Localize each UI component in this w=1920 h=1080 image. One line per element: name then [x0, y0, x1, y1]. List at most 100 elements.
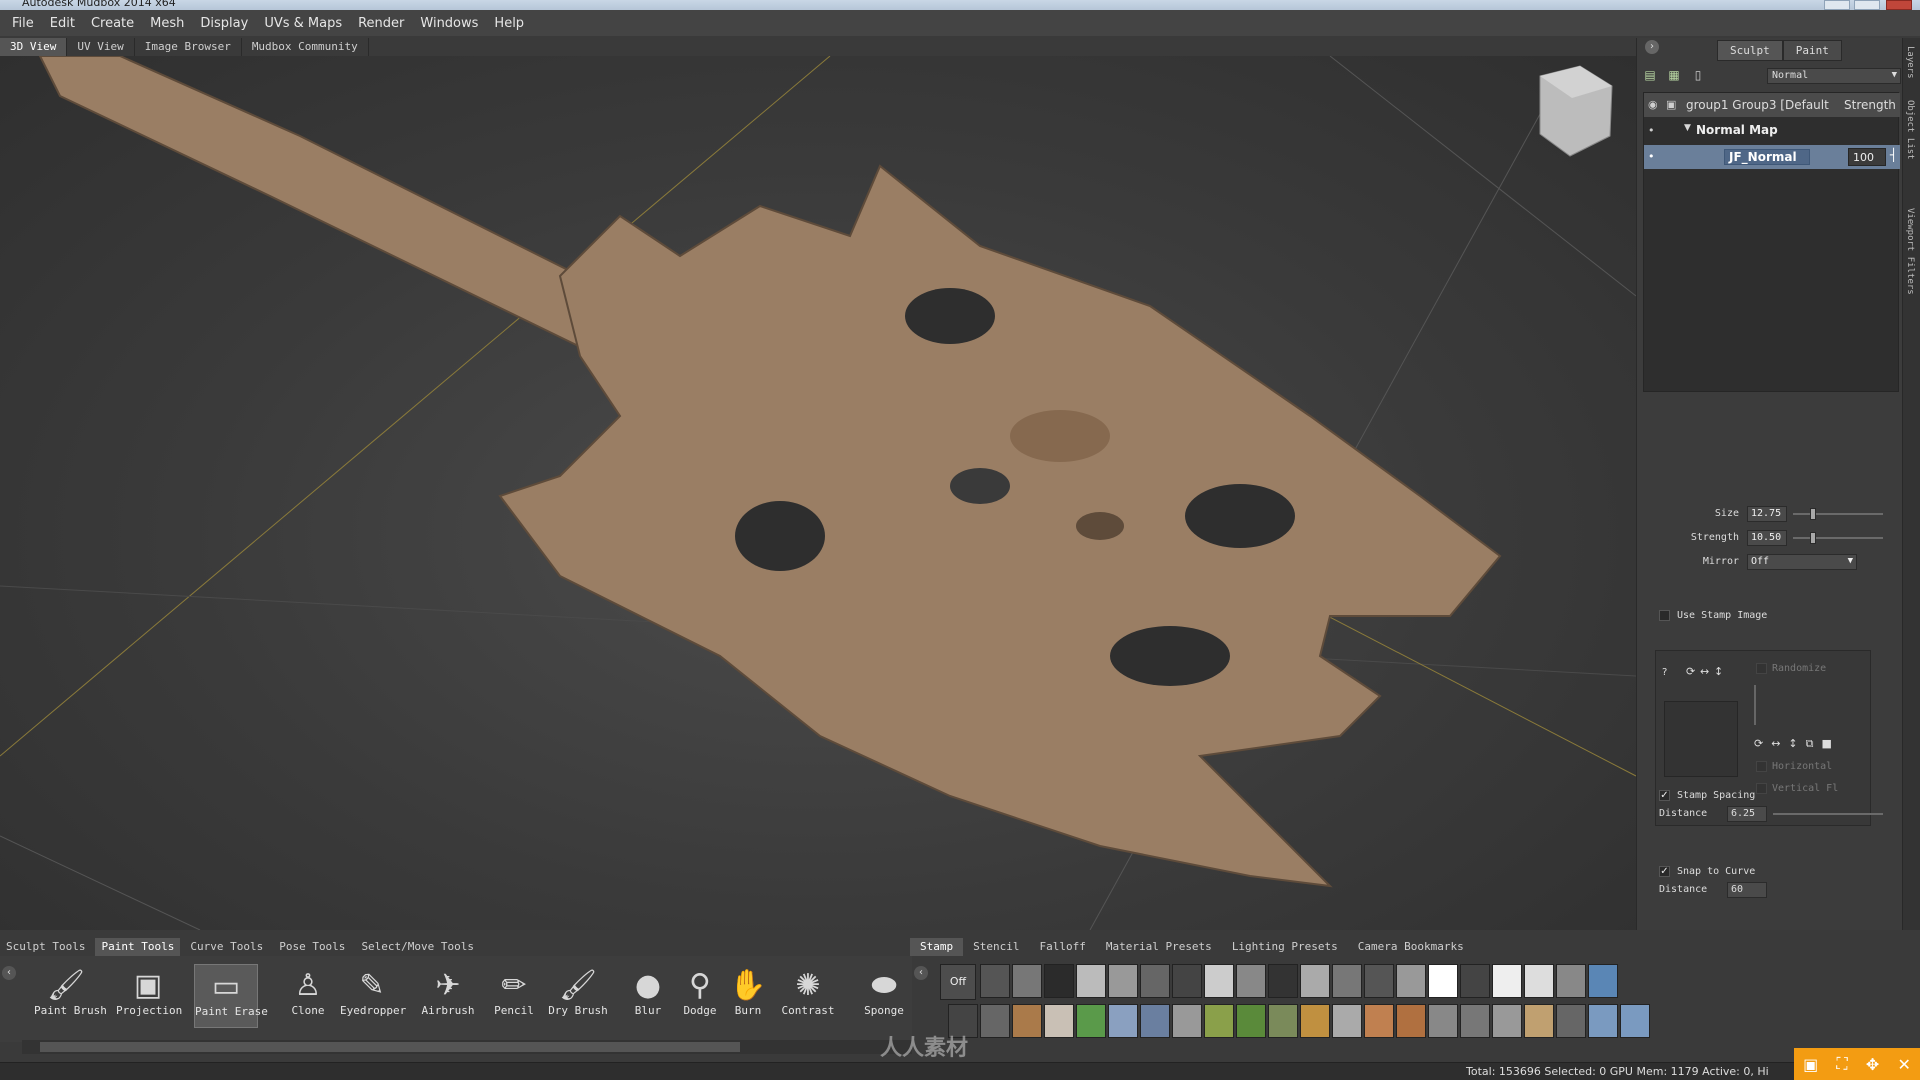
stamp-swatch[interactable]	[1268, 964, 1298, 998]
duplicate-layer-icon[interactable]: ▦	[1667, 68, 1681, 82]
blend-mode-dropdown[interactable]: Normal ▼	[1767, 68, 1901, 84]
stamp-swatch[interactable]	[1108, 1004, 1138, 1038]
stamp-spacing-checkbox[interactable]: ✓	[1659, 790, 1670, 801]
tab-3d-view[interactable]: 3D View	[0, 38, 68, 56]
tab-select-move-tools[interactable]: Select/Move Tools	[355, 938, 480, 956]
menu-display[interactable]: Display	[192, 16, 256, 31]
tab-camera-bookmarks[interactable]: Camera Bookmarks	[1348, 938, 1474, 956]
stamp-swatch[interactable]	[1524, 964, 1554, 998]
stamp-swatch[interactable]	[1492, 964, 1522, 998]
fullscreen-icon[interactable]: ⛶	[1836, 1054, 1847, 1074]
stamp-swatch[interactable]	[1172, 1004, 1202, 1038]
tab-stamp[interactable]: Stamp	[910, 938, 964, 956]
3d-viewport[interactable]	[0, 56, 1636, 930]
tool-clone[interactable]: ♙ Clone	[276, 964, 340, 1028]
layer-strength-field[interactable]: 100	[1848, 148, 1886, 166]
visibility-dot-icon[interactable]: •	[1648, 150, 1662, 164]
use-stamp-image-checkbox[interactable]	[1659, 610, 1670, 621]
stamp-swatch[interactable]	[1268, 1004, 1298, 1038]
stamp-swatch[interactable]	[1300, 1004, 1330, 1038]
stamp-swatch[interactable]	[1556, 964, 1586, 998]
stamp-swatch[interactable]	[1108, 964, 1138, 998]
stamp-swatch[interactable]	[1364, 1004, 1394, 1038]
stamp-swatch[interactable]	[1140, 964, 1170, 998]
stamp-swatch[interactable]	[1012, 1004, 1042, 1038]
tab-sculpt-tools[interactable]: Sculpt Tools	[0, 938, 91, 956]
tool-projection[interactable]: ▣ Projection	[116, 964, 182, 1028]
stamp-swatch[interactable]	[1524, 1004, 1554, 1038]
stamp-swatch[interactable]	[1044, 964, 1074, 998]
expand-arrow-icon[interactable]: ▼	[1684, 123, 1691, 133]
layer-row-selected[interactable]: • JF_Normal 100 ┤	[1644, 145, 1900, 169]
size-slider-knob[interactable]	[1809, 508, 1816, 520]
strength-slider[interactable]	[1793, 532, 1883, 544]
visibility-dot-icon[interactable]: •	[1648, 124, 1662, 138]
question-icon[interactable]: ?	[1662, 667, 1667, 678]
strength-slider-knob[interactable]	[1809, 532, 1816, 544]
tool-dry-brush[interactable]: 🖌 Dry Brush	[546, 964, 610, 1028]
menu-edit[interactable]: Edit	[42, 16, 83, 31]
tab-pose-tools[interactable]: Pose Tools	[273, 938, 351, 956]
minimize-button[interactable]	[1824, 0, 1850, 10]
flip-horizontal-icon[interactable]: ↔	[1700, 665, 1709, 678]
tool-pencil[interactable]: ✏ Pencil	[482, 964, 546, 1028]
tab-falloff[interactable]: Falloff	[1029, 938, 1095, 956]
stamp-swatch[interactable]	[1076, 1004, 1106, 1038]
lock-icon[interactable]: ▣	[1666, 98, 1680, 112]
tool-eyedropper[interactable]: ✎ Eyedropper	[340, 964, 406, 1028]
stamp-swatch[interactable]	[1204, 964, 1234, 998]
stamp-preview[interactable]	[1664, 701, 1738, 777]
new-layer-icon[interactable]: ▤	[1643, 68, 1657, 82]
stamp-swatch[interactable]	[1492, 1004, 1522, 1038]
distance-slider[interactable]	[1773, 813, 1883, 815]
tool-tray-scrollbar[interactable]	[22, 1040, 912, 1054]
mirror-dropdown[interactable]: Off ▼	[1747, 554, 1857, 570]
menu-render[interactable]: Render	[350, 16, 412, 31]
menu-windows[interactable]: Windows	[412, 16, 486, 31]
tab-stencil[interactable]: Stencil	[963, 938, 1029, 956]
layer-name[interactable]: JF_Normal	[1724, 149, 1810, 165]
scrollbar-thumb[interactable]	[40, 1042, 740, 1052]
stamp-swatch[interactable]	[1236, 964, 1266, 998]
stamp-swatch[interactable]	[1012, 964, 1042, 998]
strength-field[interactable]: 10.50	[1747, 530, 1787, 546]
tool-airbrush[interactable]: ✈ Airbrush	[416, 964, 480, 1028]
eye-icon[interactable]: ◉	[1648, 98, 1662, 112]
resize-icon[interactable]: ▣	[1803, 1055, 1818, 1074]
menu-uvs-maps[interactable]: UVs & Maps	[256, 16, 350, 31]
stamp-swatch[interactable]	[1620, 1004, 1650, 1038]
close-window-button[interactable]	[1886, 0, 1912, 10]
stamp-swatch[interactable]	[1332, 964, 1362, 998]
tab-viewport-filters[interactable]: Viewport Filters	[1905, 208, 1915, 295]
stamp-swatch[interactable]	[1396, 1004, 1426, 1038]
expand-icon[interactable]: ✥	[1866, 1055, 1879, 1074]
distance-field[interactable]: 6.25	[1727, 806, 1767, 822]
tab-object-list[interactable]: Object List	[1905, 100, 1915, 160]
tool-sponge[interactable]: ⬬ Sponge	[852, 964, 916, 1028]
menu-help[interactable]: Help	[486, 16, 532, 31]
menu-mesh[interactable]: Mesh	[142, 16, 192, 31]
vertical-flip-checkbox[interactable]	[1756, 783, 1767, 794]
menu-create[interactable]: Create	[83, 16, 142, 31]
stamp-swatch[interactable]	[1236, 1004, 1266, 1038]
layer-group-row[interactable]: • ▼ Normal Map	[1644, 119, 1900, 143]
stamp-swatch[interactable]	[1556, 1004, 1586, 1038]
horizontal-flip-checkbox[interactable]	[1756, 761, 1767, 772]
paint-mode-button[interactable]: Paint	[1782, 40, 1842, 61]
tool-paint-erase[interactable]: ▭ Paint Erase	[194, 964, 268, 1028]
stamp-swatch[interactable]	[1332, 1004, 1362, 1038]
stamp-swatch[interactable]	[1460, 1004, 1490, 1038]
stamp-swatch[interactable]	[1588, 1004, 1618, 1038]
random-sliders[interactable]	[1754, 685, 1866, 725]
stamp-swatch[interactable]	[1396, 964, 1426, 998]
tab-layers[interactable]: Layers	[1905, 46, 1915, 79]
stamp-swatch[interactable]	[980, 1004, 1010, 1038]
tab-lighting-presets[interactable]: Lighting Presets	[1222, 938, 1348, 956]
tab-mudbox-community[interactable]: Mudbox Community	[241, 38, 369, 56]
tray-arrow-icon[interactable]: ‹	[914, 966, 928, 980]
size-field[interactable]: 12.75	[1747, 506, 1787, 522]
maximize-button[interactable]	[1854, 0, 1880, 10]
layer-slider-icon[interactable]: ┤	[1890, 148, 1897, 162]
stamp-swatch[interactable]	[1460, 964, 1490, 998]
snap-to-curve-checkbox[interactable]: ✓	[1659, 866, 1670, 877]
